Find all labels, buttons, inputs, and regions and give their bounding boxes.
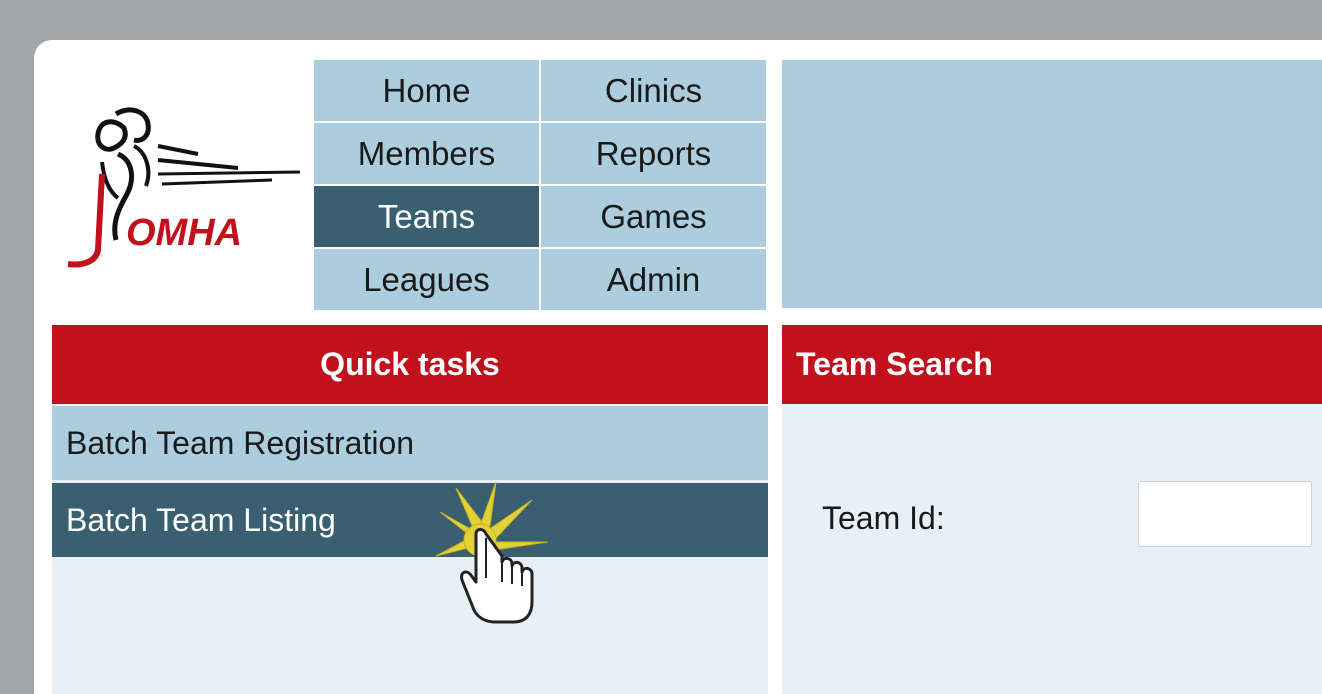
nav-home-label: Home	[382, 72, 471, 109]
nav-reports-label: Reports	[595, 135, 712, 172]
nav-clinics[interactable]: Clinics	[541, 60, 766, 121]
quick-tasks-header: Quick tasks	[52, 325, 768, 404]
nav-games[interactable]: Games	[541, 186, 766, 247]
batch-team-listing-label: Batch Team Listing	[66, 502, 336, 538]
team-id-label: Team Id:	[822, 500, 945, 536]
nav-teams[interactable]: Teams	[314, 186, 539, 247]
nav-members-label: Members	[357, 135, 496, 172]
nav-admin-label: Admin	[606, 261, 701, 298]
nav-clinics-label: Clinics	[604, 72, 703, 109]
omha-logo: OMHA	[67, 107, 301, 268]
logo-wordmark: OMHA	[126, 212, 242, 254]
batch-team-listing-link[interactable]: Batch Team Listing	[52, 483, 768, 557]
team-id-input[interactable]	[1138, 481, 1312, 547]
header-banner	[782, 60, 1322, 308]
nav-admin[interactable]: Admin	[541, 249, 766, 310]
nav-home[interactable]: Home	[314, 60, 539, 121]
nav-games-label: Games	[600, 198, 707, 235]
nav-reports[interactable]: Reports	[541, 123, 766, 184]
batch-team-registration-link[interactable]: Batch Team Registration	[52, 406, 768, 480]
nav-members[interactable]: Members	[314, 123, 539, 184]
nav-leagues[interactable]: Leagues	[314, 249, 539, 310]
nav-leagues-label: Leagues	[363, 261, 490, 298]
team-search-panel	[782, 404, 1322, 694]
batch-team-registration-label: Batch Team Registration	[66, 425, 415, 461]
nav-teams-label: Teams	[377, 198, 476, 235]
team-search-header: Team Search	[782, 325, 1322, 404]
